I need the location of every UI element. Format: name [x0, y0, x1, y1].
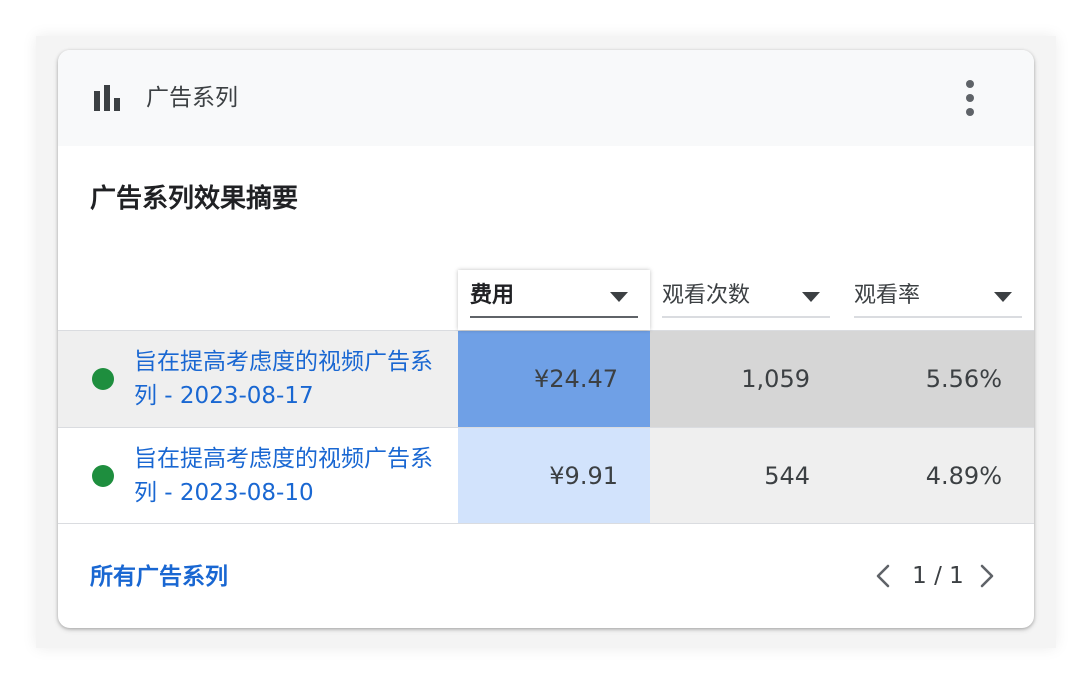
chevron-right-icon[interactable] — [974, 564, 998, 588]
views-cell: 544 — [650, 428, 842, 524]
campaign-summary-card: 广告系列 广告系列效果摘要 费用 观看次数 观看率 旨在提高考虑度的视频广告系列… — [58, 50, 1034, 628]
card-header-title: 广告系列 — [146, 85, 238, 111]
column-header-cost[interactable]: 费用 — [458, 270, 650, 330]
section-title: 广告系列效果摘要 — [90, 184, 299, 214]
table-row: 旨在提高考虑度的视频广告系列 - 2023-08-10 ¥9.91 544 4.… — [58, 428, 1034, 524]
column-header-views[interactable]: 观看次数 — [650, 270, 842, 330]
column-header-underline — [470, 316, 638, 318]
table-divider — [58, 523, 1034, 524]
column-header-view-rate[interactable]: 观看率 — [842, 270, 1034, 330]
page-indicator: 1 / 1 — [912, 563, 964, 589]
table-row: 旨在提高考虑度的视频广告系列 - 2023-08-17 ¥24.47 1,059… — [58, 331, 1034, 427]
view-rate-cell: 4.89% — [842, 428, 1034, 524]
sort-dropdown-icon — [994, 292, 1012, 302]
campaign-link[interactable]: 旨在提高考虑度的视频广告系列 - 2023-08-10 — [134, 442, 434, 510]
column-header-underline — [854, 316, 1022, 318]
sort-dropdown-icon — [802, 292, 820, 302]
column-header-underline — [662, 316, 830, 318]
more-vert-icon[interactable] — [956, 80, 984, 116]
column-header-cost-label: 费用 — [470, 283, 515, 308]
view-rate-cell: 5.56% — [842, 331, 1034, 427]
status-enabled-icon — [92, 465, 114, 487]
all-campaigns-link[interactable]: 所有广告系列 — [90, 560, 228, 594]
column-header-views-label: 观看次数 — [662, 283, 751, 308]
bar-chart-icon — [94, 85, 124, 111]
campaign-name-cell: 旨在提高考虑度的视频广告系列 - 2023-08-17 — [58, 331, 458, 427]
column-header-view-rate-label: 观看率 — [854, 283, 921, 308]
cost-cell: ¥9.91 — [458, 428, 650, 524]
status-enabled-icon — [92, 368, 114, 390]
card-header: 广告系列 — [58, 50, 1034, 146]
sort-dropdown-icon — [610, 292, 628, 302]
campaign-name-cell: 旨在提高考虑度的视频广告系列 - 2023-08-10 — [58, 428, 458, 524]
campaign-link[interactable]: 旨在提高考虑度的视频广告系列 - 2023-08-17 — [134, 345, 434, 413]
table-divider — [58, 330, 1034, 331]
views-cell: 1,059 — [650, 331, 842, 427]
chevron-left-icon[interactable] — [872, 564, 896, 588]
cost-cell: ¥24.47 — [458, 331, 650, 427]
